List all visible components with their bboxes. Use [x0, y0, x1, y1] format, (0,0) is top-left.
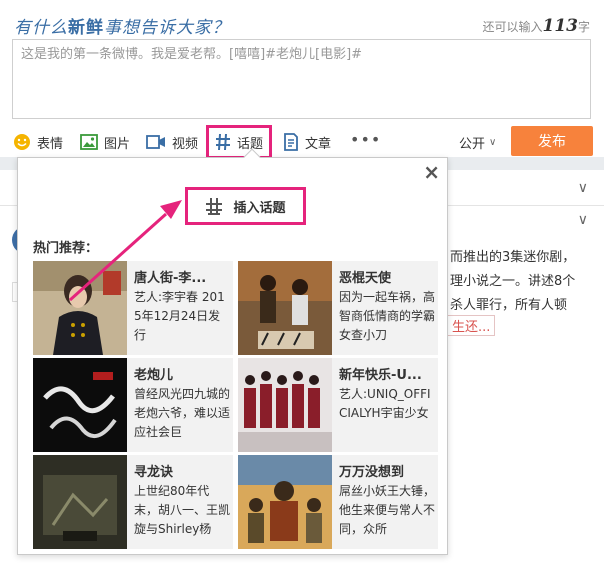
feed-post-text: 理小说之一。讲述8个 [450, 274, 576, 289]
visibility-dropdown[interactable]: 公开 ∨ [459, 133, 496, 152]
topic-card[interactable]: 唐人街-李... 艺人:李宇春 2015年12月24日发行 [33, 261, 233, 355]
hash-icon [205, 197, 223, 215]
hash-icon [215, 133, 231, 151]
topic-card[interactable]: 寻龙诀 上世纪80年代末，胡八一、王凯旋与Shirley杨 [33, 455, 233, 549]
topic-thumbnail [33, 261, 127, 355]
emoji-button[interactable]: 表情 [13, 131, 63, 153]
topic-title: 万万没想到 [339, 465, 405, 480]
insert-topic-label: 插入话题 [233, 200, 286, 216]
smiley-icon [13, 133, 31, 151]
article-label: 文章 [305, 136, 332, 152]
composer-prompt: 有什么新鲜事想告诉大家？ [14, 18, 230, 38]
topic-card[interactable]: 新年快乐-U... 艺人:UNIQ_OFFICIALYH宇宙少女 [238, 358, 438, 452]
visibility-label: 公开 [459, 137, 486, 152]
feed-post-text: 杀人罪行，所有人顿 [450, 298, 568, 313]
emoji-label: 表情 [37, 136, 64, 152]
insert-topic-button[interactable]: 插入话题 [185, 187, 306, 225]
topic-thumbnail [238, 358, 332, 452]
topic-card[interactable]: 万万没想到 屌丝小妖王大锤，他生来便与常人不同，众所 [238, 455, 438, 549]
video-label: 视频 [172, 136, 199, 152]
topic-thumbnail [238, 455, 332, 549]
post-composer: 有什么新鲜事想告诉大家？ 还可以输入113字 这是我的第一条微博。我是爱老帮。[… [0, 0, 604, 159]
feed-tag[interactable]: 生还... [447, 315, 496, 336]
more-icon[interactable]: ••• [350, 132, 381, 148]
topic-thumbnail [33, 358, 127, 452]
topic-description: 因为一起车祸，高智商低情商的学霸女查小刀 [339, 290, 436, 342]
article-button[interactable]: 文章 [283, 131, 331, 153]
topic-popup: × 插入话题 热门推荐： 唐人街-李... 艺人:李宇春 2015年12月24日… [17, 148, 448, 555]
composer-toolbar: 表情 图片 视频 话题 文章 ••• 公开 ∨ 发布 [0, 125, 604, 159]
topic-title: 新年快乐-U... [339, 368, 422, 383]
post-textarea[interactable]: 这是我的第一条微博。我是爱老帮。[嘻嘻]#老炮儿[电影]# [12, 39, 591, 119]
topic-description: 上世纪80年代末，胡八一、王凯旋与Shirley杨 [134, 484, 231, 536]
topic-thumbnail [33, 455, 127, 549]
chevron-down-icon[interactable]: ∨ [578, 212, 588, 228]
topic-description: 屌丝小妖王大锤，他生来便与常人不同，众所 [339, 484, 436, 536]
feed-post-text: 而推出的3集迷你剧， [450, 250, 576, 265]
video-icon [146, 135, 166, 149]
topic-thumbnail [238, 261, 332, 355]
hot-recommend-title: 热门推荐： [33, 241, 99, 256]
video-button[interactable]: 视频 [146, 131, 198, 153]
topic-title: 寻龙诀 [134, 465, 174, 480]
topic-title: 唐人街-李... [134, 271, 207, 286]
topic-description: 艺人:UNIQ_OFFICIALYH宇宙少女 [339, 387, 431, 420]
chevron-down-icon: ∨ [489, 137, 497, 148]
topic-title: 老炮儿 [134, 368, 174, 383]
publish-button[interactable]: 发布 [511, 126, 593, 156]
topic-description: 艺人:李宇春 2015年12月24日发行 [134, 290, 225, 342]
char-counter: 还可以输入113字 [482, 16, 590, 36]
article-icon [283, 133, 299, 151]
image-button[interactable]: 图片 [80, 131, 130, 153]
image-label: 图片 [104, 136, 131, 152]
close-icon[interactable]: × [423, 161, 440, 183]
chevron-down-icon[interactable]: ∨ [578, 180, 588, 196]
topic-title: 恶棍天使 [339, 271, 392, 286]
topic-card[interactable]: 恶棍天使 因为一起车祸，高智商低情商的学霸女查小刀 [238, 261, 438, 355]
topic-description: 曾经风光四九城的老炮六爷，难以适应社会巨 [134, 387, 231, 439]
image-icon [80, 134, 98, 150]
topic-button[interactable]: 话题 [205, 125, 273, 159]
topic-card[interactable]: 老炮儿 曾经风光四九城的老炮六爷，难以适应社会巨 [33, 358, 233, 452]
